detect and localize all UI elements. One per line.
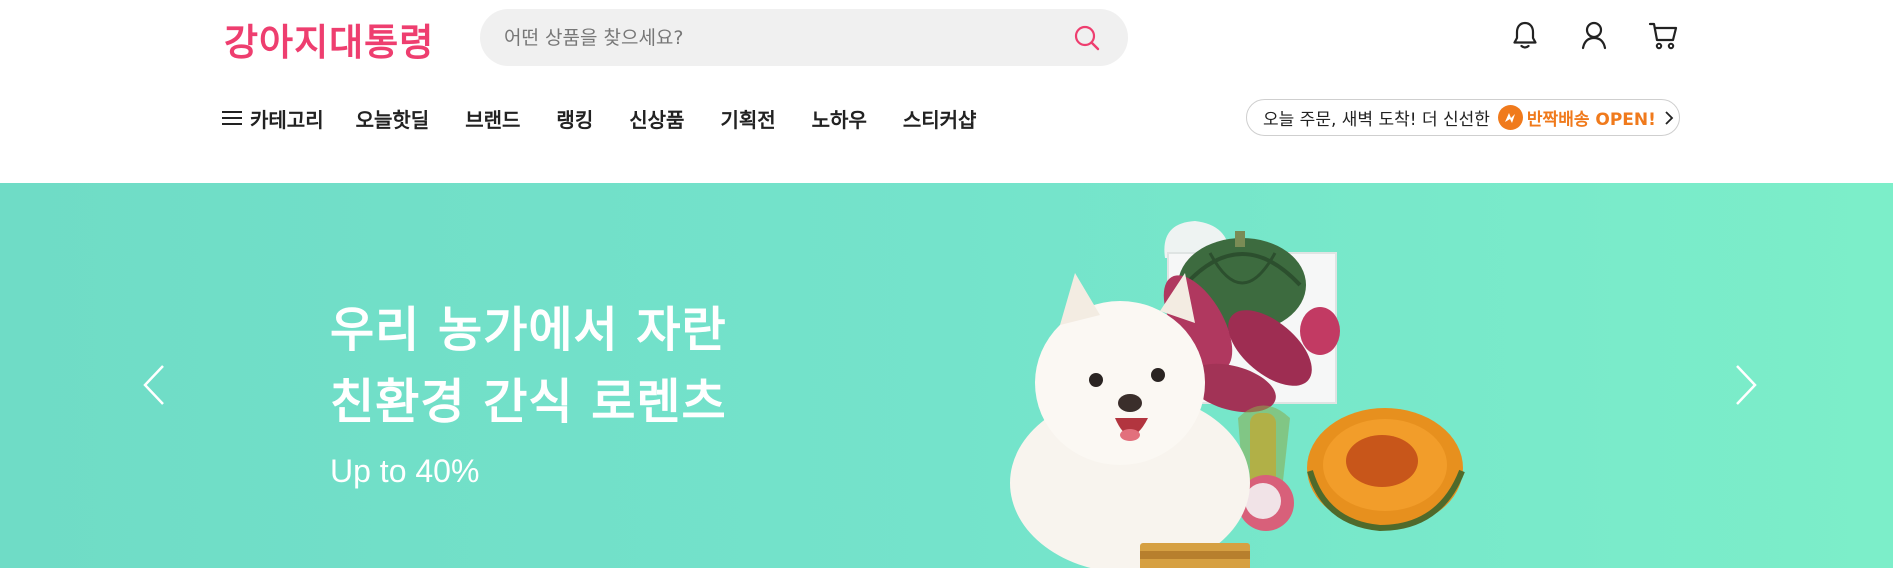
banner-subtitle: Up to 40%: [330, 453, 480, 489]
notification-button[interactable]: [1507, 17, 1543, 53]
chevron-right-icon: [1736, 365, 1757, 405]
cart-button[interactable]: [1645, 17, 1681, 53]
nav-item-special[interactable]: 기획전: [720, 104, 775, 133]
logo[interactable]: 강아지대통령: [224, 14, 434, 64]
banner-title-line-1: 우리 농가에서 자란: [330, 302, 727, 358]
hero-banner[interactable]: 우리 농가에서 자란 친환경 간식 로렌츠 Up to 40%: [0, 183, 1893, 568]
bell-icon: [1513, 21, 1537, 49]
nav-item-sticker-shop[interactable]: 스티커샵: [903, 104, 977, 133]
banner-title-line-2: 친환경 간식 로렌츠: [330, 374, 727, 430]
search-bar: [480, 9, 1128, 66]
banner-product-image: [1010, 221, 1465, 568]
dawn-delivery-promo[interactable]: 오늘 주문, 새벽 도착! 더 신선한 반짝배송 OPEN!: [1246, 99, 1680, 136]
nav-item-hot-deal[interactable]: 오늘핫딜: [356, 104, 430, 133]
cart-icon: [1648, 22, 1678, 50]
delivery-badge-icon: [1497, 105, 1523, 130]
nav-item-ranking[interactable]: 랭킹: [556, 104, 593, 133]
banner-next-button[interactable]: [1726, 355, 1766, 415]
banner-prev-button[interactable]: [134, 355, 174, 415]
nav-item-new[interactable]: 신상품: [629, 104, 684, 133]
main-nav: 카테고리 오늘핫딜 브랜드 랭킹 신상품 기획전 노하우 스티커샵: [222, 100, 976, 136]
user-icon: [1581, 21, 1607, 50]
search-input[interactable]: [504, 26, 1070, 49]
search-button[interactable]: [1070, 21, 1104, 55]
hamburger-icon: [222, 111, 242, 125]
promo-brand: 반짝배송 OPEN!: [1526, 110, 1656, 130]
nav-item-brand[interactable]: 브랜드: [465, 104, 520, 133]
chevron-right-icon: [1665, 110, 1674, 125]
category-label: 카테고리: [250, 107, 324, 132]
my-page-button[interactable]: [1576, 17, 1612, 53]
nav-item-knowhow[interactable]: 노하우: [812, 104, 867, 133]
search-icon: [1074, 25, 1100, 50]
banner-title: 우리 농가에서 자란 친환경 간식 로렌츠: [330, 294, 727, 438]
chevron-left-icon: [143, 365, 164, 405]
category-menu-button[interactable]: 카테고리: [222, 104, 324, 133]
promo-text: 오늘 주문, 새벽 도착! 더 신선한: [1263, 110, 1490, 130]
